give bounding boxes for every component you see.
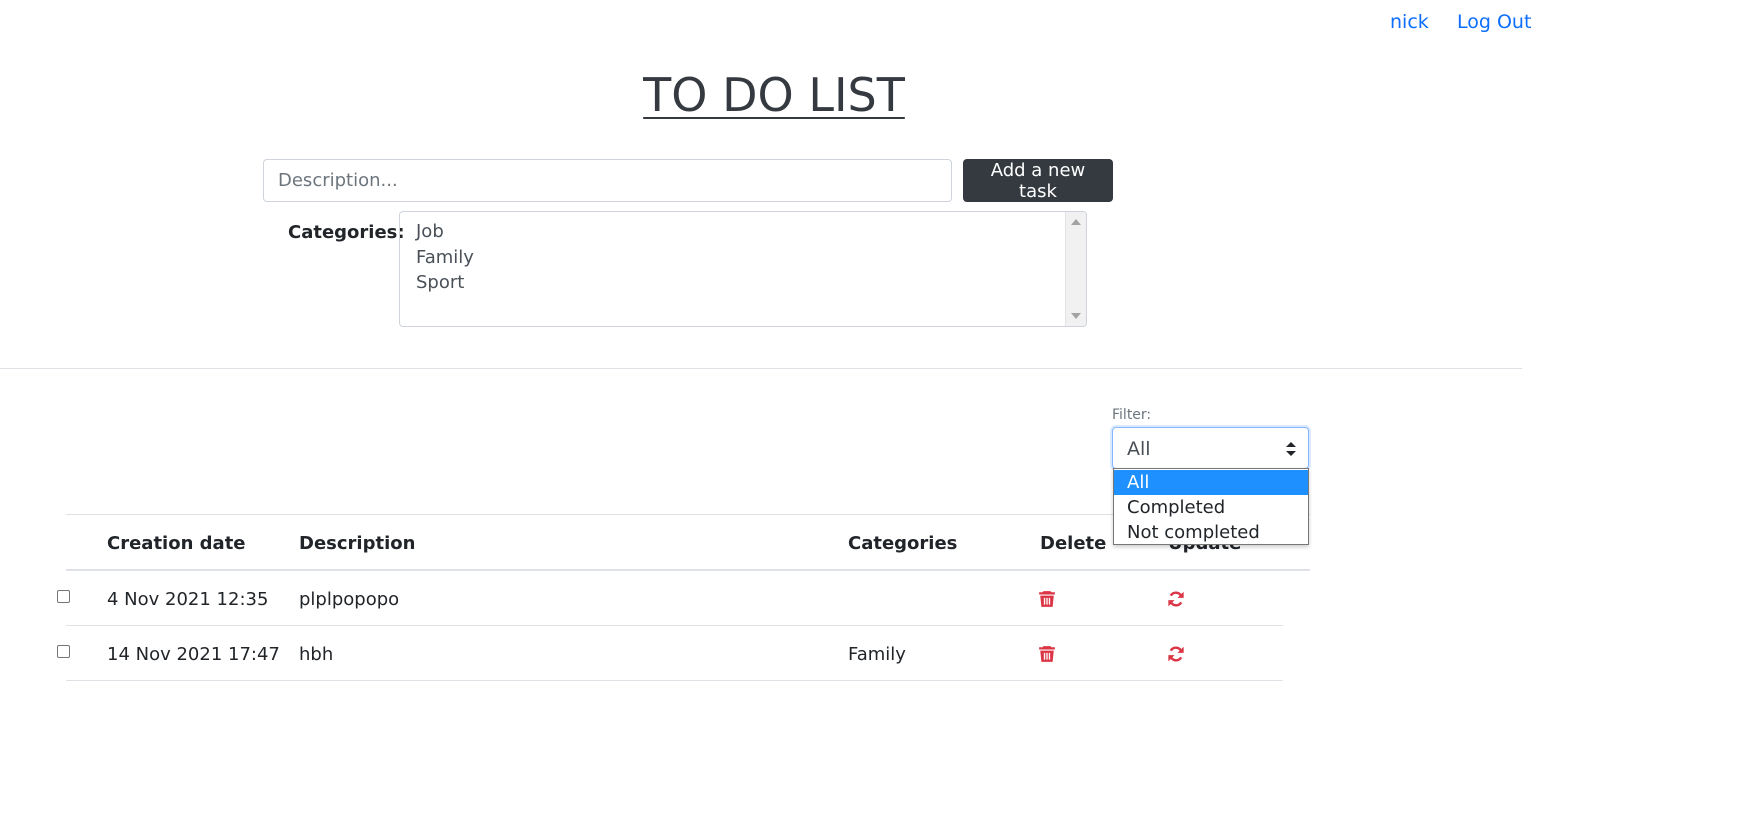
filter-option-all[interactable]: All [1114, 470, 1308, 495]
category-option-family[interactable]: Family [416, 247, 474, 268]
complete-checkbox[interactable] [57, 645, 70, 658]
logout-link[interactable]: Log Out [1457, 11, 1531, 33]
refresh-icon[interactable] [1167, 590, 1185, 608]
scroll-up-arrow-icon[interactable] [1071, 219, 1081, 225]
header-delete: Delete [1040, 533, 1107, 554]
category-option-sport[interactable]: Sport [416, 272, 464, 293]
user-link[interactable]: nick [1390, 11, 1429, 33]
category-option-job[interactable]: Job [416, 221, 444, 242]
categories-label: Categories: [288, 222, 405, 243]
categories-scrollbar[interactable] [1065, 212, 1086, 326]
row-divider [66, 625, 1283, 626]
filter-select[interactable]: All [1112, 427, 1309, 469]
filter-label: Filter: [1112, 407, 1152, 423]
trash-icon[interactable] [1038, 645, 1056, 663]
section-divider [0, 368, 1522, 369]
row-description: plplpopopo [299, 589, 400, 610]
select-arrows-icon [1286, 442, 1296, 456]
row-divider [66, 680, 1283, 681]
description-input[interactable] [263, 159, 952, 202]
scroll-down-arrow-icon[interactable] [1071, 313, 1081, 319]
row-date: 4 Nov 2021 12:35 [107, 589, 269, 610]
row-categories: Family [848, 644, 906, 665]
filter-option-not-completed[interactable]: Not completed [1114, 520, 1308, 545]
complete-checkbox[interactable] [57, 590, 70, 603]
filter-option-completed[interactable]: Completed [1114, 495, 1308, 520]
header-categories: Categories [848, 533, 958, 554]
filter-dropdown: All Completed Not completed [1113, 468, 1309, 545]
table-header-border [66, 569, 1310, 571]
row-description: hbh [299, 644, 334, 665]
add-task-button[interactable]: Add a new task [963, 159, 1113, 202]
categories-listbox[interactable]: Job Family Sport [399, 211, 1087, 327]
header-description: Description [299, 533, 416, 554]
row-date: 14 Nov 2021 17:47 [107, 644, 280, 665]
header-creation-date: Creation date [107, 533, 246, 554]
refresh-icon[interactable] [1167, 645, 1185, 663]
filter-selected-value: All [1127, 438, 1151, 460]
page-title: TO DO LIST [643, 68, 905, 122]
trash-icon[interactable] [1038, 590, 1056, 608]
